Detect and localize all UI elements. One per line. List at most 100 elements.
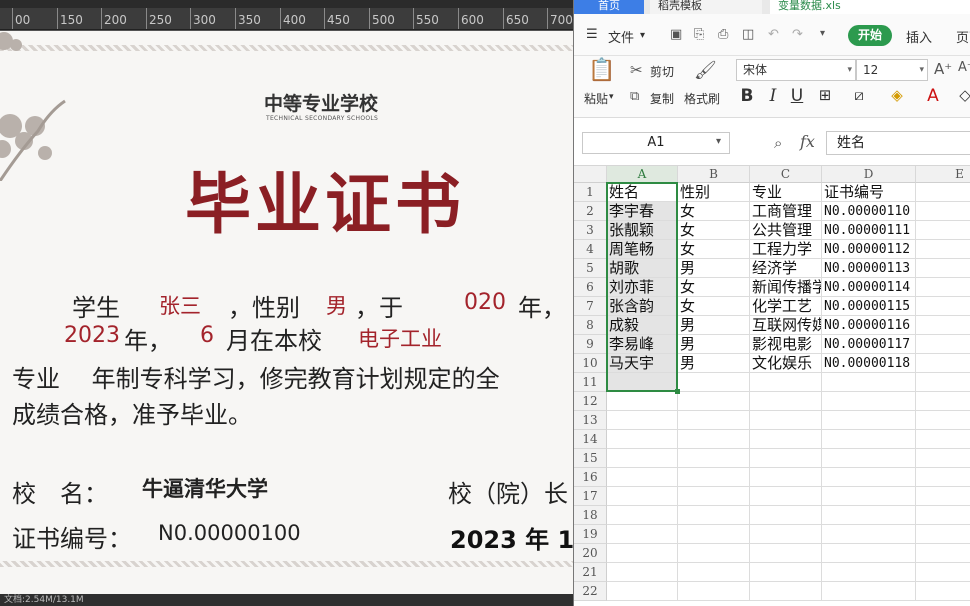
row-header[interactable]: 11 [574, 373, 607, 392]
row-header[interactable]: 4 [574, 240, 607, 259]
cell-b1[interactable]: 性别 [678, 183, 750, 202]
cell-d13[interactable] [822, 411, 916, 430]
cell-d22[interactable] [822, 582, 916, 601]
cell-b4[interactable]: 女 [678, 240, 750, 259]
paste-icon[interactable]: 📋 [588, 58, 615, 83]
column-header-c[interactable]: C [750, 166, 822, 183]
row-header[interactable]: 16 [574, 468, 607, 487]
cell-a16[interactable] [607, 468, 678, 487]
cell-e22[interactable] [916, 582, 970, 601]
cell-e16[interactable] [916, 468, 970, 487]
cell-d21[interactable] [822, 563, 916, 582]
row-header[interactable]: 6 [574, 278, 607, 297]
cell-a21[interactable] [607, 563, 678, 582]
cell-d14[interactable] [822, 430, 916, 449]
row-header[interactable]: 10 [574, 354, 607, 373]
cell-a7[interactable]: 张含韵 [607, 297, 678, 316]
cell-c22[interactable] [750, 582, 822, 601]
cell-d7[interactable]: N0.00000115 [822, 297, 916, 316]
cell-d2[interactable]: N0.00000110 [822, 202, 916, 221]
cell-d9[interactable]: N0.00000117 [822, 335, 916, 354]
cell-c8[interactable]: 互联网传媒 [750, 316, 822, 335]
cell-a15[interactable] [607, 449, 678, 468]
font-size-select[interactable]: 12 ▾ [856, 59, 928, 81]
scissors-icon[interactable]: ✂ [630, 61, 643, 79]
font-shrink-icon[interactable]: A⁻ [958, 60, 970, 75]
eraser-icon[interactable]: ◇ [954, 86, 970, 104]
cell-d1[interactable]: 证书编号 [822, 183, 916, 202]
cell-b7[interactable]: 女 [678, 297, 750, 316]
cell-a2[interactable]: 李宇春 [607, 202, 678, 221]
cell-b11[interactable] [678, 373, 750, 392]
undo-icon[interactable]: ↶ [768, 27, 779, 42]
cell-c5[interactable]: 经济学 [750, 259, 822, 278]
chevron-down-icon[interactable]: ▾ [716, 136, 721, 147]
cell-d20[interactable] [822, 544, 916, 563]
cell-e20[interactable] [916, 544, 970, 563]
cell-e21[interactable] [916, 563, 970, 582]
row-header[interactable]: 15 [574, 449, 607, 468]
zoom-icon[interactable]: ⌕ [774, 134, 782, 152]
cell-c12[interactable] [750, 392, 822, 411]
print-icon[interactable]: ⎙ [718, 27, 728, 42]
cell-c15[interactable] [750, 449, 822, 468]
preview-icon[interactable]: ◫ [742, 27, 754, 42]
cell-e6[interactable] [916, 278, 970, 297]
chevron-down-icon[interactable]: ▾ [640, 30, 645, 41]
cell-b20[interactable] [678, 544, 750, 563]
underline-icon[interactable]: U [786, 86, 808, 106]
format-painter-button[interactable]: 格式刷 [684, 90, 720, 107]
cell-style-icon[interactable]: ⧄ [848, 86, 870, 104]
row-header[interactable]: 12 [574, 392, 607, 411]
row-header[interactable]: 1 [574, 183, 607, 202]
cell-c19[interactable] [750, 525, 822, 544]
cell-b3[interactable]: 女 [678, 221, 750, 240]
cell-b14[interactable] [678, 430, 750, 449]
row-header[interactable]: 19 [574, 525, 607, 544]
copy-button[interactable]: 复制 [650, 90, 674, 107]
cell-d6[interactable]: N0.00000114 [822, 278, 916, 297]
cell-a17[interactable] [607, 487, 678, 506]
name-box[interactable]: A1 [582, 132, 730, 154]
cell-d16[interactable] [822, 468, 916, 487]
column-header-a[interactable]: A [607, 166, 678, 183]
cell-d3[interactable]: N0.00000111 [822, 221, 916, 240]
insert-menu[interactable]: 插入 [906, 27, 932, 46]
cell-c18[interactable] [750, 506, 822, 525]
italic-icon[interactable]: I [762, 86, 784, 106]
redo-icon[interactable]: ↷ [792, 27, 803, 42]
cell-b10[interactable]: 男 [678, 354, 750, 373]
cell-a1[interactable]: 姓名 [607, 183, 678, 202]
cell-c6[interactable]: 新闻传播学 [750, 278, 822, 297]
cell-e8[interactable] [916, 316, 970, 335]
row-header[interactable]: 8 [574, 316, 607, 335]
cell-d12[interactable] [822, 392, 916, 411]
cell-a9[interactable]: 李易峰 [607, 335, 678, 354]
cell-a13[interactable] [607, 411, 678, 430]
row-header[interactable]: 22 [574, 582, 607, 601]
cell-a19[interactable] [607, 525, 678, 544]
cell-b16[interactable] [678, 468, 750, 487]
cell-c1[interactable]: 专业 [750, 183, 822, 202]
tab-xls-file[interactable]: 变量数据.xls [770, 0, 970, 14]
cell-e10[interactable] [916, 354, 970, 373]
cell-a4[interactable]: 周笔畅 [607, 240, 678, 259]
cell-e1[interactable] [916, 183, 970, 202]
cell-c17[interactable] [750, 487, 822, 506]
paste-button[interactable]: 粘贴 [584, 90, 608, 107]
row-header[interactable]: 18 [574, 506, 607, 525]
spreadsheet-grid[interactable]: A B C D E 1 姓名 性别 专业 证书编号 2 李宇春女工商管理 N0.00000110 3 张靓颖… [574, 166, 970, 606]
export-icon[interactable]: ⎘ [694, 27, 704, 42]
cell-c3[interactable]: 公共管理 [750, 221, 822, 240]
row-header[interactable]: 7 [574, 297, 607, 316]
cell-a6[interactable]: 刘亦菲 [607, 278, 678, 297]
cell-a18[interactable] [607, 506, 678, 525]
row-header[interactable]: 5 [574, 259, 607, 278]
cell-b18[interactable] [678, 506, 750, 525]
file-menu[interactable]: 文件 [608, 27, 634, 46]
cell-e15[interactable] [916, 449, 970, 468]
cell-d15[interactable] [822, 449, 916, 468]
cell-c14[interactable] [750, 430, 822, 449]
save-icon[interactable]: ▣ [670, 27, 682, 42]
cell-e14[interactable] [916, 430, 970, 449]
